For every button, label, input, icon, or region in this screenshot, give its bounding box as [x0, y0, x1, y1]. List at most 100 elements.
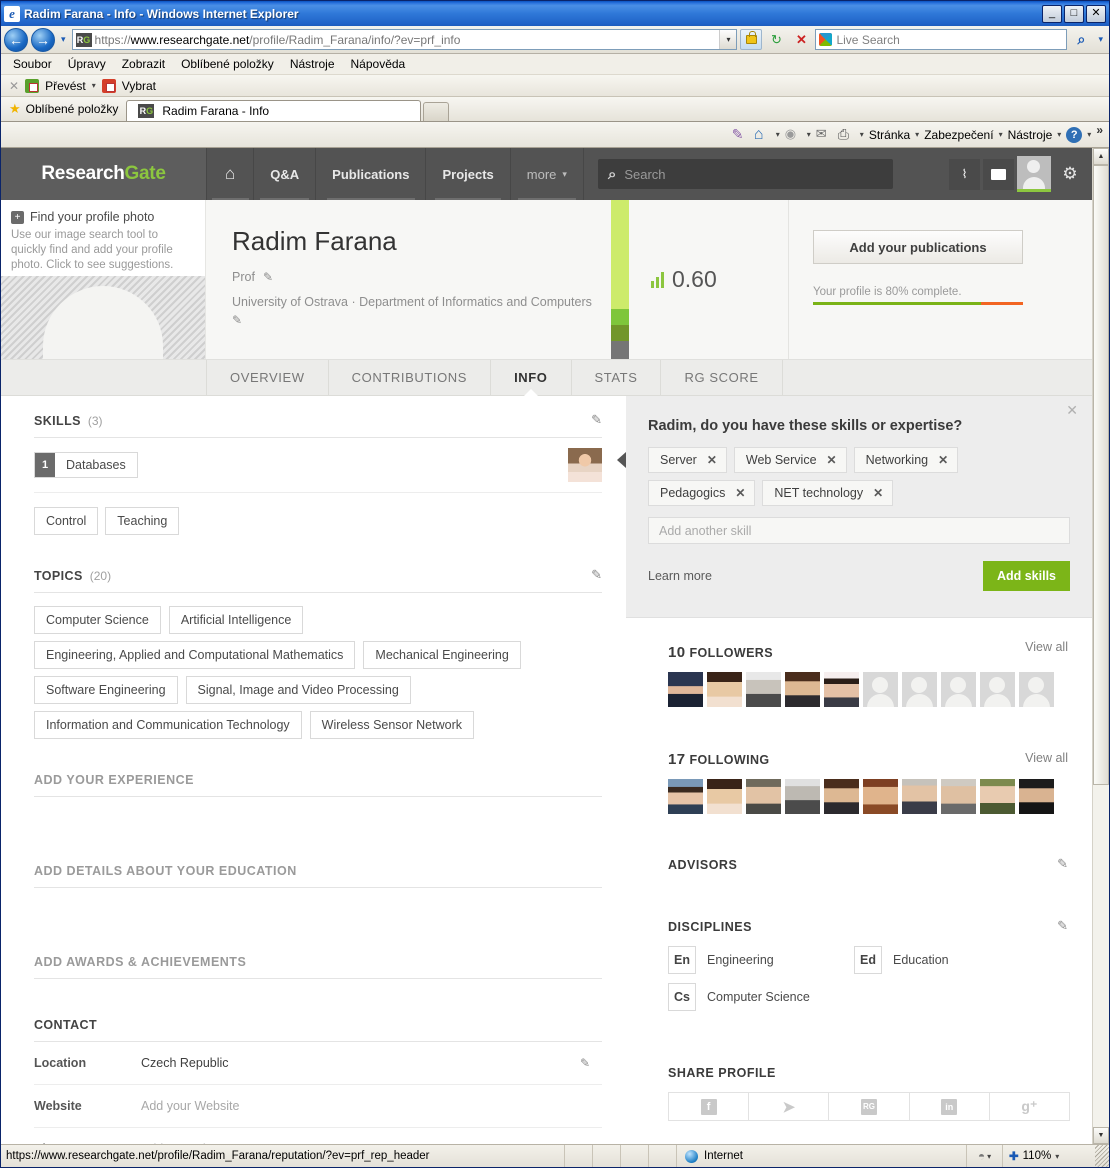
address-bar[interactable]: RG https://www.researchgate.net/profile/…: [71, 29, 738, 50]
close-button[interactable]: ✕: [1086, 4, 1106, 23]
print-caret-icon[interactable]: ▾: [860, 130, 864, 139]
nav-qa[interactable]: Q&A: [254, 148, 317, 200]
edit-advisors-pencil-icon[interactable]: ✎: [1057, 856, 1068, 872]
tab-contributions[interactable]: CONTRIBUTIONS: [329, 360, 492, 395]
menu-item-napoveda[interactable]: Nápověda: [351, 57, 406, 71]
following-avatar[interactable]: [785, 779, 820, 814]
new-tab-button[interactable]: [423, 102, 450, 121]
following-avatar[interactable]: [902, 779, 937, 814]
back-button[interactable]: ←: [4, 27, 28, 52]
follower-avatar-placeholder[interactable]: [902, 672, 937, 707]
tab-info[interactable]: INFO: [491, 360, 572, 395]
search-provider-dropdown[interactable]: ▾: [1095, 34, 1106, 45]
share-twitter-button[interactable]: ➤: [749, 1093, 830, 1120]
home-icon[interactable]: ⌂: [754, 126, 771, 143]
follower-avatar[interactable]: [707, 672, 742, 707]
follower-avatar-placeholder[interactable]: [941, 672, 976, 707]
edit-topics-pencil-icon[interactable]: ✎: [591, 567, 602, 583]
contact-row-location[interactable]: Location Czech Republic ✎: [34, 1042, 602, 1085]
follower-avatar-placeholder[interactable]: [1019, 672, 1054, 707]
learn-more-link[interactable]: Learn more: [648, 569, 712, 583]
status-zone[interactable]: Internet: [677, 1145, 967, 1167]
gear-icon[interactable]: ⚙: [1054, 156, 1086, 192]
tab-rg-score[interactable]: RG SCORE: [661, 360, 783, 395]
live-search-box[interactable]: Live Search: [815, 29, 1068, 50]
rss-caret-icon[interactable]: ▾: [807, 130, 811, 139]
stop-button[interactable]: ✕: [790, 29, 812, 50]
menu-item-soubor[interactable]: Soubor: [13, 57, 52, 71]
menu-item-zobrazit[interactable]: Zobrazit: [122, 57, 165, 71]
page-menu-button[interactable]: Stránka: [869, 128, 910, 142]
following-avatar[interactable]: [941, 779, 976, 814]
edit-skills-pencil-icon[interactable]: ✎: [591, 412, 602, 428]
following-avatar[interactable]: [824, 779, 859, 814]
find-photo-title[interactable]: + Find your profile photo: [11, 210, 195, 224]
security-menu-caret-icon[interactable]: ▾: [999, 130, 1003, 139]
rg-score-block[interactable]: 0.60: [629, 200, 789, 359]
suggested-skill-server[interactable]: Server ✕: [648, 447, 727, 473]
rss-icon[interactable]: ◉: [785, 126, 802, 143]
compose-icon[interactable]: ✎: [732, 126, 749, 143]
refresh-button[interactable]: ↻: [765, 29, 787, 50]
mail-icon[interactable]: ✉: [816, 126, 833, 143]
scroll-up-arrow-icon[interactable]: ▲: [1093, 148, 1109, 165]
followers-view-all-link[interactable]: View all: [1025, 640, 1068, 654]
following-avatar[interactable]: [980, 779, 1015, 814]
print-icon[interactable]: ⎙: [838, 126, 855, 143]
page-scrollbar[interactable]: ▲ ▼: [1092, 148, 1109, 1144]
follower-avatar[interactable]: [785, 672, 820, 707]
menu-item-oblibene-polozky[interactable]: Oblíbené položky: [181, 57, 274, 71]
following-view-all-link[interactable]: View all: [1025, 751, 1068, 765]
remove-chip-icon[interactable]: ✕: [938, 453, 948, 467]
scroll-down-arrow-icon[interactable]: ▼: [1093, 1127, 1109, 1144]
education-section[interactable]: ADD DETAILS ABOUT YOUR EDUCATION: [34, 864, 602, 921]
nav-home[interactable]: ⌂: [206, 148, 255, 200]
search-go-button[interactable]: ⌕: [1070, 29, 1092, 50]
close-icon[interactable]: ✕: [1066, 402, 1078, 419]
contact-row-website[interactable]: Website Add your Website: [34, 1085, 602, 1128]
remove-chip-icon[interactable]: ✕: [873, 486, 883, 500]
topic-chip[interactable]: Information and Communication Technology: [34, 711, 302, 739]
edit-affiliation-pencil-icon[interactable]: ✎: [232, 313, 242, 327]
follower-avatar[interactable]: [746, 672, 781, 707]
security-menu-button[interactable]: Zabezpečení: [924, 128, 993, 142]
toolbar-overflow-icon[interactable]: »: [1096, 123, 1103, 137]
tab-stats[interactable]: STATS: [572, 360, 662, 395]
tools-menu-caret-icon[interactable]: ▾: [1057, 130, 1061, 139]
contact-row-phone[interactable]: Phone Add your Phone: [34, 1128, 602, 1144]
experience-section[interactable]: ADD YOUR EXPERIENCE: [34, 773, 602, 830]
address-dropdown-button[interactable]: ▾: [719, 30, 737, 49]
share-linkedin-button[interactable]: in: [910, 1093, 990, 1120]
awards-section[interactable]: ADD AWARDS & ACHIEVEMENTS: [34, 955, 602, 1012]
recent-pages-button[interactable]: ▾: [58, 34, 69, 45]
share-googleplus-button[interactable]: g⁺: [990, 1093, 1069, 1120]
tools-menu-button[interactable]: Nástroje: [1008, 128, 1053, 142]
avatar[interactable]: [1017, 156, 1051, 192]
add-skill-input[interactable]: Add another skill: [648, 517, 1070, 544]
following-avatar[interactable]: [1019, 779, 1054, 814]
remove-chip-icon[interactable]: ✕: [735, 486, 745, 500]
follower-avatar-placeholder[interactable]: [980, 672, 1015, 707]
edit-location-pencil-icon[interactable]: ✎: [580, 1056, 590, 1070]
scrollbar-thumb[interactable]: [1093, 165, 1109, 785]
security-lock-button[interactable]: [740, 29, 763, 50]
follower-avatar-placeholder[interactable]: [863, 672, 898, 707]
topic-chip[interactable]: Artificial Intelligence: [168, 606, 304, 634]
messages-icon[interactable]: [983, 158, 1014, 190]
profile-photo-column[interactable]: + Find your profile photo Use our image …: [1, 200, 206, 359]
following-avatar[interactable]: [863, 779, 898, 814]
select-button[interactable]: Vybrat: [122, 79, 156, 93]
help-menu-button[interactable]: ?: [1066, 126, 1083, 143]
skill-chip-control[interactable]: Control: [34, 507, 99, 535]
home-caret-icon[interactable]: ▾: [776, 130, 780, 139]
topic-chip[interactable]: Computer Science: [34, 606, 161, 634]
tab-overview[interactable]: OVERVIEW: [206, 360, 329, 395]
convert-button[interactable]: Převést: [45, 79, 86, 93]
topic-chip[interactable]: Engineering, Applied and Computational M…: [34, 641, 356, 669]
minimize-button[interactable]: _: [1042, 4, 1062, 23]
topic-chip[interactable]: Mechanical Engineering: [363, 641, 521, 669]
following-avatar[interactable]: [746, 779, 781, 814]
researchgate-logo[interactable]: ResearchGate: [1, 148, 206, 200]
add-publications-button[interactable]: Add your publications: [813, 230, 1023, 264]
suggested-skill-networking[interactable]: Networking ✕: [853, 447, 959, 473]
